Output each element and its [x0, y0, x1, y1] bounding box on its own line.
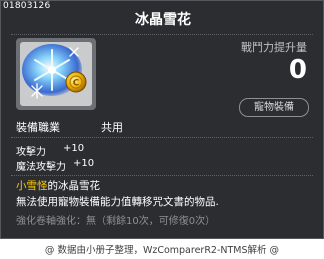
description-text: 的冰晶雪花	[47, 180, 101, 192]
description-line-2: 無法使用寵物裝備能力值轉移咒文書的物品.	[16, 196, 219, 208]
divider	[11, 175, 313, 176]
stat-value: +10	[73, 158, 95, 169]
stat-label: 魔法攻擊力	[16, 162, 66, 173]
power-value: 0	[288, 55, 307, 85]
svg-text:C: C	[73, 79, 80, 89]
item-tooltip: 01803126 冰晶雪花 C 戰鬥力提升量 0 寵物裝備 裝備職業 共用 攻擊…	[0, 0, 324, 239]
description-line-1: 小雪怪的冰晶雪花	[16, 178, 100, 193]
divider	[11, 137, 313, 138]
description-highlight: 小雪怪	[16, 180, 48, 192]
job-value: 共用	[101, 121, 123, 134]
enhance-info: 強化卷軸強化：無（剩餘10次，可修復0次）	[16, 216, 216, 227]
stat-value: +10	[63, 143, 85, 154]
power-label: 戰鬥力提升量	[241, 41, 307, 54]
item-name: 冰晶雪花	[135, 12, 191, 28]
job-label: 裝備職業	[16, 121, 60, 134]
snowflake-crystal-with-gold-coin-icon: C	[20, 42, 92, 106]
stat-label: 攻擊力	[16, 147, 46, 158]
footer-credit: @ 数据由小册子整理，WzComparerR2-NTMS解析 @	[44, 245, 280, 256]
divider	[11, 34, 313, 35]
item-icon-frame: C	[16, 38, 96, 110]
stat-row: 攻擊力 +10	[16, 143, 84, 158]
pet-equip-badge: 寵物裝備	[239, 98, 309, 117]
stat-row: 魔法攻擊力 +10	[16, 158, 94, 173]
